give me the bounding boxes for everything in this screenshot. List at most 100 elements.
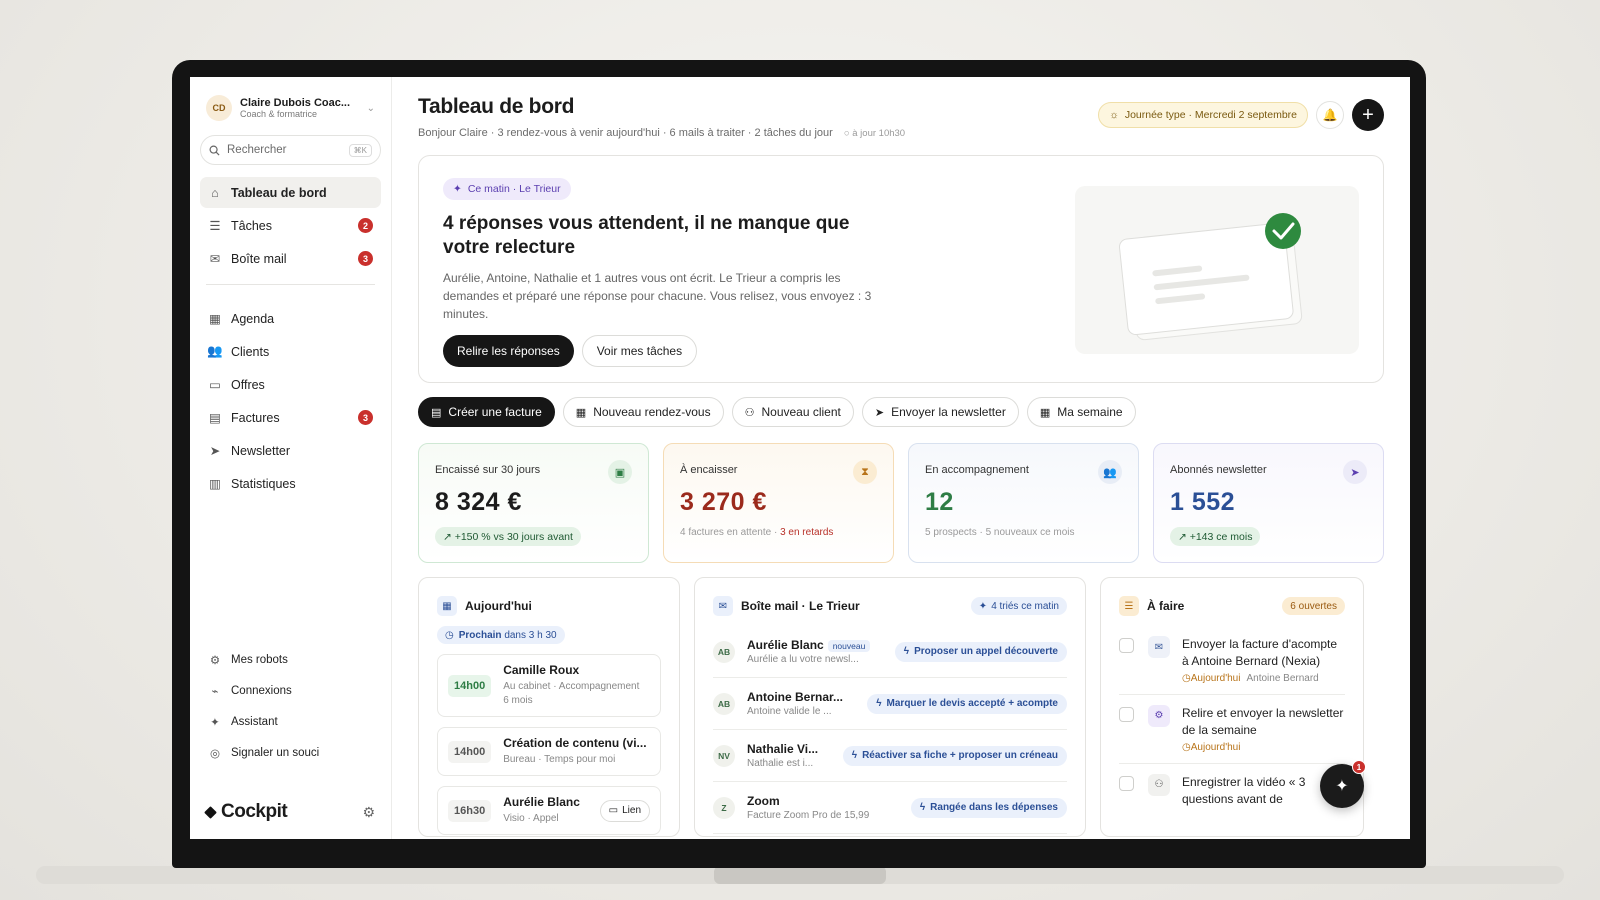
calendar-icon: ▦	[437, 596, 457, 616]
todo-text: Relire et envoyer la newsletter de la se…	[1182, 705, 1344, 738]
sidebar-item-label: Statistiques	[231, 476, 296, 491]
event-time: 14h00	[448, 674, 492, 697]
bell-icon[interactable]: 🔔	[1316, 101, 1344, 129]
account-switcher[interactable]: CD Claire Dubois Coac... Coach & formatr…	[200, 93, 381, 123]
quick-actions: ▤ Créer une facture ▦ Nouveau rendez-vou…	[418, 397, 1384, 427]
todo-checkbox[interactable]	[1119, 638, 1134, 653]
kpi-card-to-collect[interactable]: À encaisser ⧗ 3 270 € 4 factures en atte…	[663, 443, 894, 563]
sidebar-item-statistics[interactable]: ▥ Statistiques	[200, 468, 381, 499]
new-client-button[interactable]: ⚇ Nouveau client	[731, 397, 854, 427]
suggested-action-button[interactable]: ϟ Proposer un appel découverte	[894, 641, 1067, 662]
sidebar-item-label: Clients	[231, 344, 270, 359]
event-title: Camille Roux	[503, 663, 580, 677]
add-button[interactable]: +	[1352, 99, 1384, 131]
chart-icon: ▥	[209, 477, 221, 491]
mail-row[interactable]: NV Nathalie Vi... Nathalie est i... ϟ Réa…	[713, 730, 1067, 782]
panel-title: Boîte mail · Le Trieur	[741, 599, 860, 613]
sidebar-item-connections[interactable]: ⌁ Connexions	[200, 676, 381, 706]
todo-checkbox[interactable]	[1119, 775, 1134, 791]
sync-status: ○ à jour 10h30	[843, 128, 906, 139]
sparkles-icon: ✦	[1335, 778, 1349, 795]
send-newsletter-button[interactable]: ➤ Envoyer la newsletter	[861, 397, 1019, 427]
avatar: Z	[713, 796, 735, 819]
invoice-icon: ▤	[431, 406, 442, 419]
sidebar-item-assistant[interactable]: ✦ Assistant	[200, 707, 381, 737]
avatar: AB	[713, 640, 735, 663]
mail-check-illustration	[1118, 213, 1303, 341]
sidebar-item-label: Connexions	[231, 685, 292, 697]
event-title: Création de contenu (vi...	[503, 736, 647, 750]
suggested-action-button[interactable]: ϟ Rangée dans les dépenses	[910, 797, 1067, 818]
new-appointment-button[interactable]: ▦ Nouveau rendez-vous	[562, 397, 724, 427]
kpi-card-coaching[interactable]: En accompagnement 👥 12 5 prospects · 5 n…	[908, 443, 1139, 563]
mail-row[interactable]: Z Zoom Facture Zoom Pro de 15,99 ϟ Rangée…	[713, 782, 1067, 834]
sidebar-item-offers[interactable]: ▭ Offres	[200, 369, 381, 400]
hourglass-icon: ⧗	[853, 460, 877, 484]
robot-icon: ⚙	[1148, 704, 1170, 727]
action-label: Marquer le devis accepté + acompte	[886, 698, 1058, 709]
sidebar-item-tasks[interactable]: ☰ Tâches 2	[200, 210, 381, 241]
mail-sender: Zoom	[747, 794, 780, 808]
chevron-down-icon[interactable]: ⌄	[367, 103, 375, 114]
sidebar-item-mailbox[interactable]: ✉ Boîte mail 3	[200, 243, 381, 274]
next-value: dans 3 h 30	[504, 629, 557, 641]
sidebar-item-label: Offres	[231, 377, 265, 392]
view-tasks-button[interactable]: Voir mes tâches	[581, 334, 698, 367]
sidebar-item-invoices[interactable]: ▤ Factures 3	[200, 402, 381, 433]
sidebar-item-label: Agenda	[231, 311, 275, 326]
page-subtitle: Bonjour Claire · 3 rendez-vous à venir a…	[418, 127, 905, 139]
suggested-action-button[interactable]: ϟ Réactiver sa fiche + proposer un crénea…	[842, 745, 1067, 766]
sidebar-item-newsletter[interactable]: ➤ Newsletter	[200, 435, 381, 466]
kpi-card-collected[interactable]: Encaissé sur 30 jours ▣ 8 324 € ↗ +150 %…	[418, 443, 649, 563]
sidebar-item-report-issue[interactable]: ◎ Signaler un souci	[200, 738, 381, 768]
mail-snippet: Aurélie a lu votre newsl...	[747, 654, 859, 665]
clock-icon: ◷	[445, 629, 454, 641]
bolt-icon: ϟ	[851, 750, 858, 761]
sidebar-item-dashboard[interactable]: ⌂ Tableau de bord	[200, 177, 381, 208]
sidebar-item-robots[interactable]: ⚙ Mes robots	[200, 645, 381, 675]
sidebar-item-label: Assistant	[231, 716, 278, 728]
sidebar-item-agenda[interactable]: ▦ Agenda	[200, 303, 381, 334]
nav-primary: ⌂ Tableau de bord ☰ Tâches 2 ✉ Boîte mai…	[200, 177, 381, 499]
hero-illustration	[1075, 186, 1359, 354]
mail-row[interactable]: AB Aurélie Blanc nouveau Aurélie a lu vot…	[713, 626, 1067, 678]
event-card[interactable]: 14h00 Camille Roux Au cabinet · Accompag…	[437, 654, 661, 717]
day-type-pill[interactable]: ☼ Journée type · Mercredi 2 septembre	[1098, 102, 1308, 128]
review-replies-button[interactable]: Relire les réponses	[443, 334, 574, 367]
file-icon: ▤	[209, 411, 221, 425]
event-card[interactable]: 16h30 Aurélie Blanc Visio · Appel ▭ Lien	[437, 786, 661, 835]
todo-checkbox[interactable]	[1119, 706, 1134, 722]
todo-text: Envoyer la facture d'acompte à Antoine B…	[1182, 637, 1338, 669]
video-icon: ▭	[608, 805, 619, 816]
kpi-note-alert: 3 en retards	[780, 527, 834, 538]
nav-bottom: ⚙ Mes robots ⌁ Connexions ✦ Assistant ◎ …	[200, 645, 381, 769]
todo-item: ⚙ Relire et envoyer la newsletter de la …	[1119, 695, 1345, 764]
plug-icon: ⌁	[211, 686, 219, 698]
sidebar-item-label: Tableau de bord	[231, 185, 327, 200]
search-placeholder: Rechercher	[227, 144, 287, 156]
link-label: Lien	[622, 805, 641, 816]
search-shortcut: ⌘K	[348, 143, 372, 157]
event-card[interactable]: 14h00 Création de contenu (vi... Bureau …	[437, 727, 661, 776]
sidebar-item-label: Signaler un souci	[231, 747, 320, 759]
search-input[interactable]: Rechercher ⌘K	[200, 135, 381, 165]
mail-snippet: Antoine valide le ...	[747, 706, 832, 717]
count-badge: 2	[358, 218, 373, 233]
meeting-link-button[interactable]: ▭ Lien	[599, 799, 650, 822]
action-label: Rangée dans les dépenses	[930, 802, 1058, 813]
gear-icon[interactable]: ⚙	[362, 804, 375, 821]
mail-sender: Antoine Bernar...	[747, 690, 844, 704]
laptop-notch	[714, 866, 886, 884]
suggested-action-button[interactable]: ϟ Marquer le devis accepté + acompte	[867, 693, 1067, 714]
todo-item: ✉ Envoyer la facture d'acompte à Antoine…	[1119, 626, 1345, 695]
todo-item: ⚇ Enregistrer la vidéo « 3 questions ava…	[1119, 764, 1345, 819]
mail-row[interactable]: AB Antoine Bernar... Antoine valide le .…	[713, 678, 1067, 730]
hero-card: ✦ Ce matin · Le Trieur 4 réponses vous a…	[418, 155, 1384, 383]
my-week-button[interactable]: ▦ Ma semaine	[1026, 397, 1136, 427]
assistant-fab[interactable]: ✦ 1	[1320, 760, 1366, 808]
inbox-panel: ✉ Boîte mail · Le Trieur ✦ 4 triés ce mat…	[694, 577, 1086, 837]
kpi-card-subscribers[interactable]: Abonnés newsletter ➤ 1 552 ↗ +143 ce moi…	[1153, 443, 1384, 563]
create-invoice-button[interactable]: ▤ Créer une facture	[418, 397, 555, 427]
sidebar-item-label: Boîte mail	[231, 251, 287, 266]
sidebar-item-clients[interactable]: 👥 Clients	[200, 336, 381, 367]
